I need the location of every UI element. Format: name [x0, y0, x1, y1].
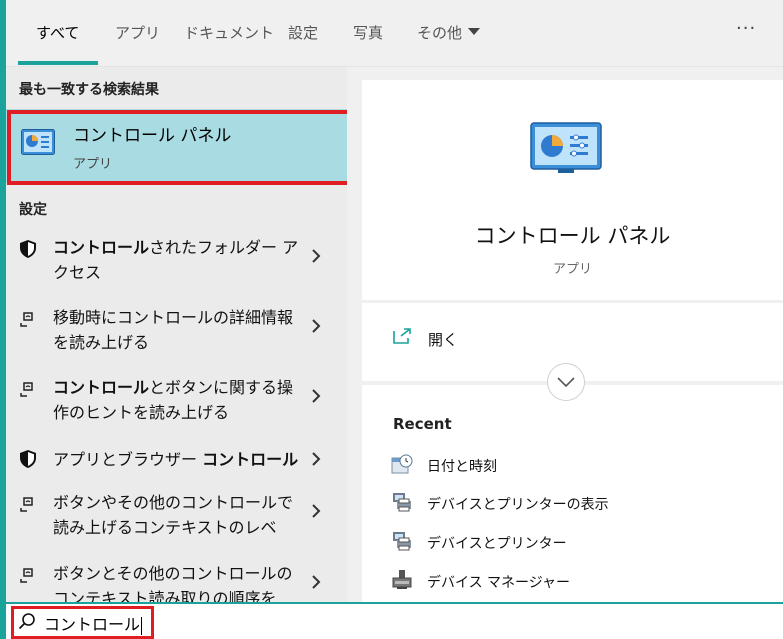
tab-all[interactable]: すべて: [36, 22, 79, 43]
open-label: 開く: [428, 331, 459, 349]
list-item[interactable]: ボタンやその他のコントロールで読み上げるコンテキストのレベ: [6, 490, 347, 550]
open-icon: [393, 328, 411, 344]
chevron-right-icon: [312, 575, 321, 589]
list-item[interactable]: ボタンとその他のコントロールのコンテキスト読み取りの順序を: [6, 561, 347, 602]
settings-heading: 設定: [19, 202, 47, 218]
narrator-icon: [20, 382, 33, 397]
tab-more[interactable]: その他: [417, 22, 481, 43]
chevron-right-icon: [312, 504, 321, 518]
recent-item-label: 日付と時刻: [427, 459, 497, 475]
recent-item-label: デバイスとプリンターの表示: [427, 497, 609, 513]
control-panel-icon: [530, 122, 602, 173]
chevron-down-icon: [557, 377, 575, 388]
printer-icon: [393, 532, 411, 551]
app-preview-card: コントロール パネル アプリ: [362, 80, 783, 300]
device-manager-icon: [392, 570, 412, 589]
recent-item-label: デバイスとプリンター: [427, 536, 567, 552]
search-window: すべて アプリ ドキュメント 設定 写真 その他 ··· 最も一致する検索結果 …: [6, 0, 783, 639]
tab-photos[interactable]: 写真: [353, 22, 383, 43]
tab-more-label: その他: [417, 24, 463, 42]
list-item-label: コントロールとボタンに関する操作のヒントを読み上げる: [53, 378, 294, 422]
recent-heading: Recent: [393, 415, 452, 433]
chevron-right-icon: [312, 452, 321, 466]
chevron-right-icon: [312, 389, 321, 403]
more-options-button[interactable]: ···: [736, 18, 756, 39]
preview-subtitle: アプリ: [552, 262, 592, 277]
printer-icon: [393, 493, 411, 512]
list-item-label: アプリとブラウザー コントロール: [53, 450, 299, 469]
active-tab-indicator: [18, 61, 98, 65]
annotation-highlight-box: [7, 110, 351, 185]
narrator-icon: [20, 312, 33, 327]
preview-pane: コントロール パネル アプリ 開く Recent 日付と時刻 デバイスとプリンタ…: [347, 67, 783, 602]
recent-item-label: デバイス マネージャー: [427, 575, 571, 591]
list-item[interactable]: 移動時にコントロールの詳細情報を読み上げる: [6, 305, 347, 365]
shield-icon: [20, 240, 36, 258]
recent-card: Recent 日付と時刻 デバイスとプリンターの表示 デバイスとプリンター デバ…: [362, 385, 783, 602]
results-list: 最も一致する検索結果 コントロール パネル アプリ 設定 コントロールされたフォ…: [6, 67, 351, 602]
annotation-search-box: [11, 606, 154, 639]
list-item[interactable]: コントロールされたフォルダー アクセス: [6, 235, 347, 295]
tab-apps[interactable]: アプリ: [115, 22, 160, 43]
tab-documents[interactable]: ドキュメント: [184, 22, 274, 43]
list-item[interactable]: コントロールとボタンに関する操作のヒントを読み上げる: [6, 375, 347, 435]
list-item-label: 移動時にコントロールの詳細情報を読み上げる: [53, 308, 294, 352]
list-item[interactable]: アプリとブラウザー コントロール: [6, 447, 347, 477]
narrator-icon: [20, 497, 33, 512]
narrator-icon: [20, 568, 33, 583]
shield-icon: [20, 450, 36, 468]
filter-tabs: すべて アプリ ドキュメント 設定 写真 その他 ···: [6, 0, 783, 67]
list-item-label: ボタンとその他のコントロールのコンテキスト読み取りの順序を: [53, 564, 293, 602]
chevron-right-icon: [312, 319, 321, 333]
list-item-label: コントロールされたフォルダー アクセス: [53, 238, 299, 282]
expand-button[interactable]: [547, 363, 585, 401]
preview-title: コントロール パネル: [474, 224, 671, 248]
list-item-label: ボタンやその他のコントロールで読み上げるコンテキストのレベ: [53, 493, 294, 537]
tab-settings[interactable]: 設定: [288, 22, 318, 43]
best-match-heading: 最も一致する検索結果: [19, 82, 159, 98]
caret-down-icon: [468, 28, 481, 35]
clock-icon: [391, 454, 413, 474]
chevron-right-icon: [312, 249, 321, 263]
